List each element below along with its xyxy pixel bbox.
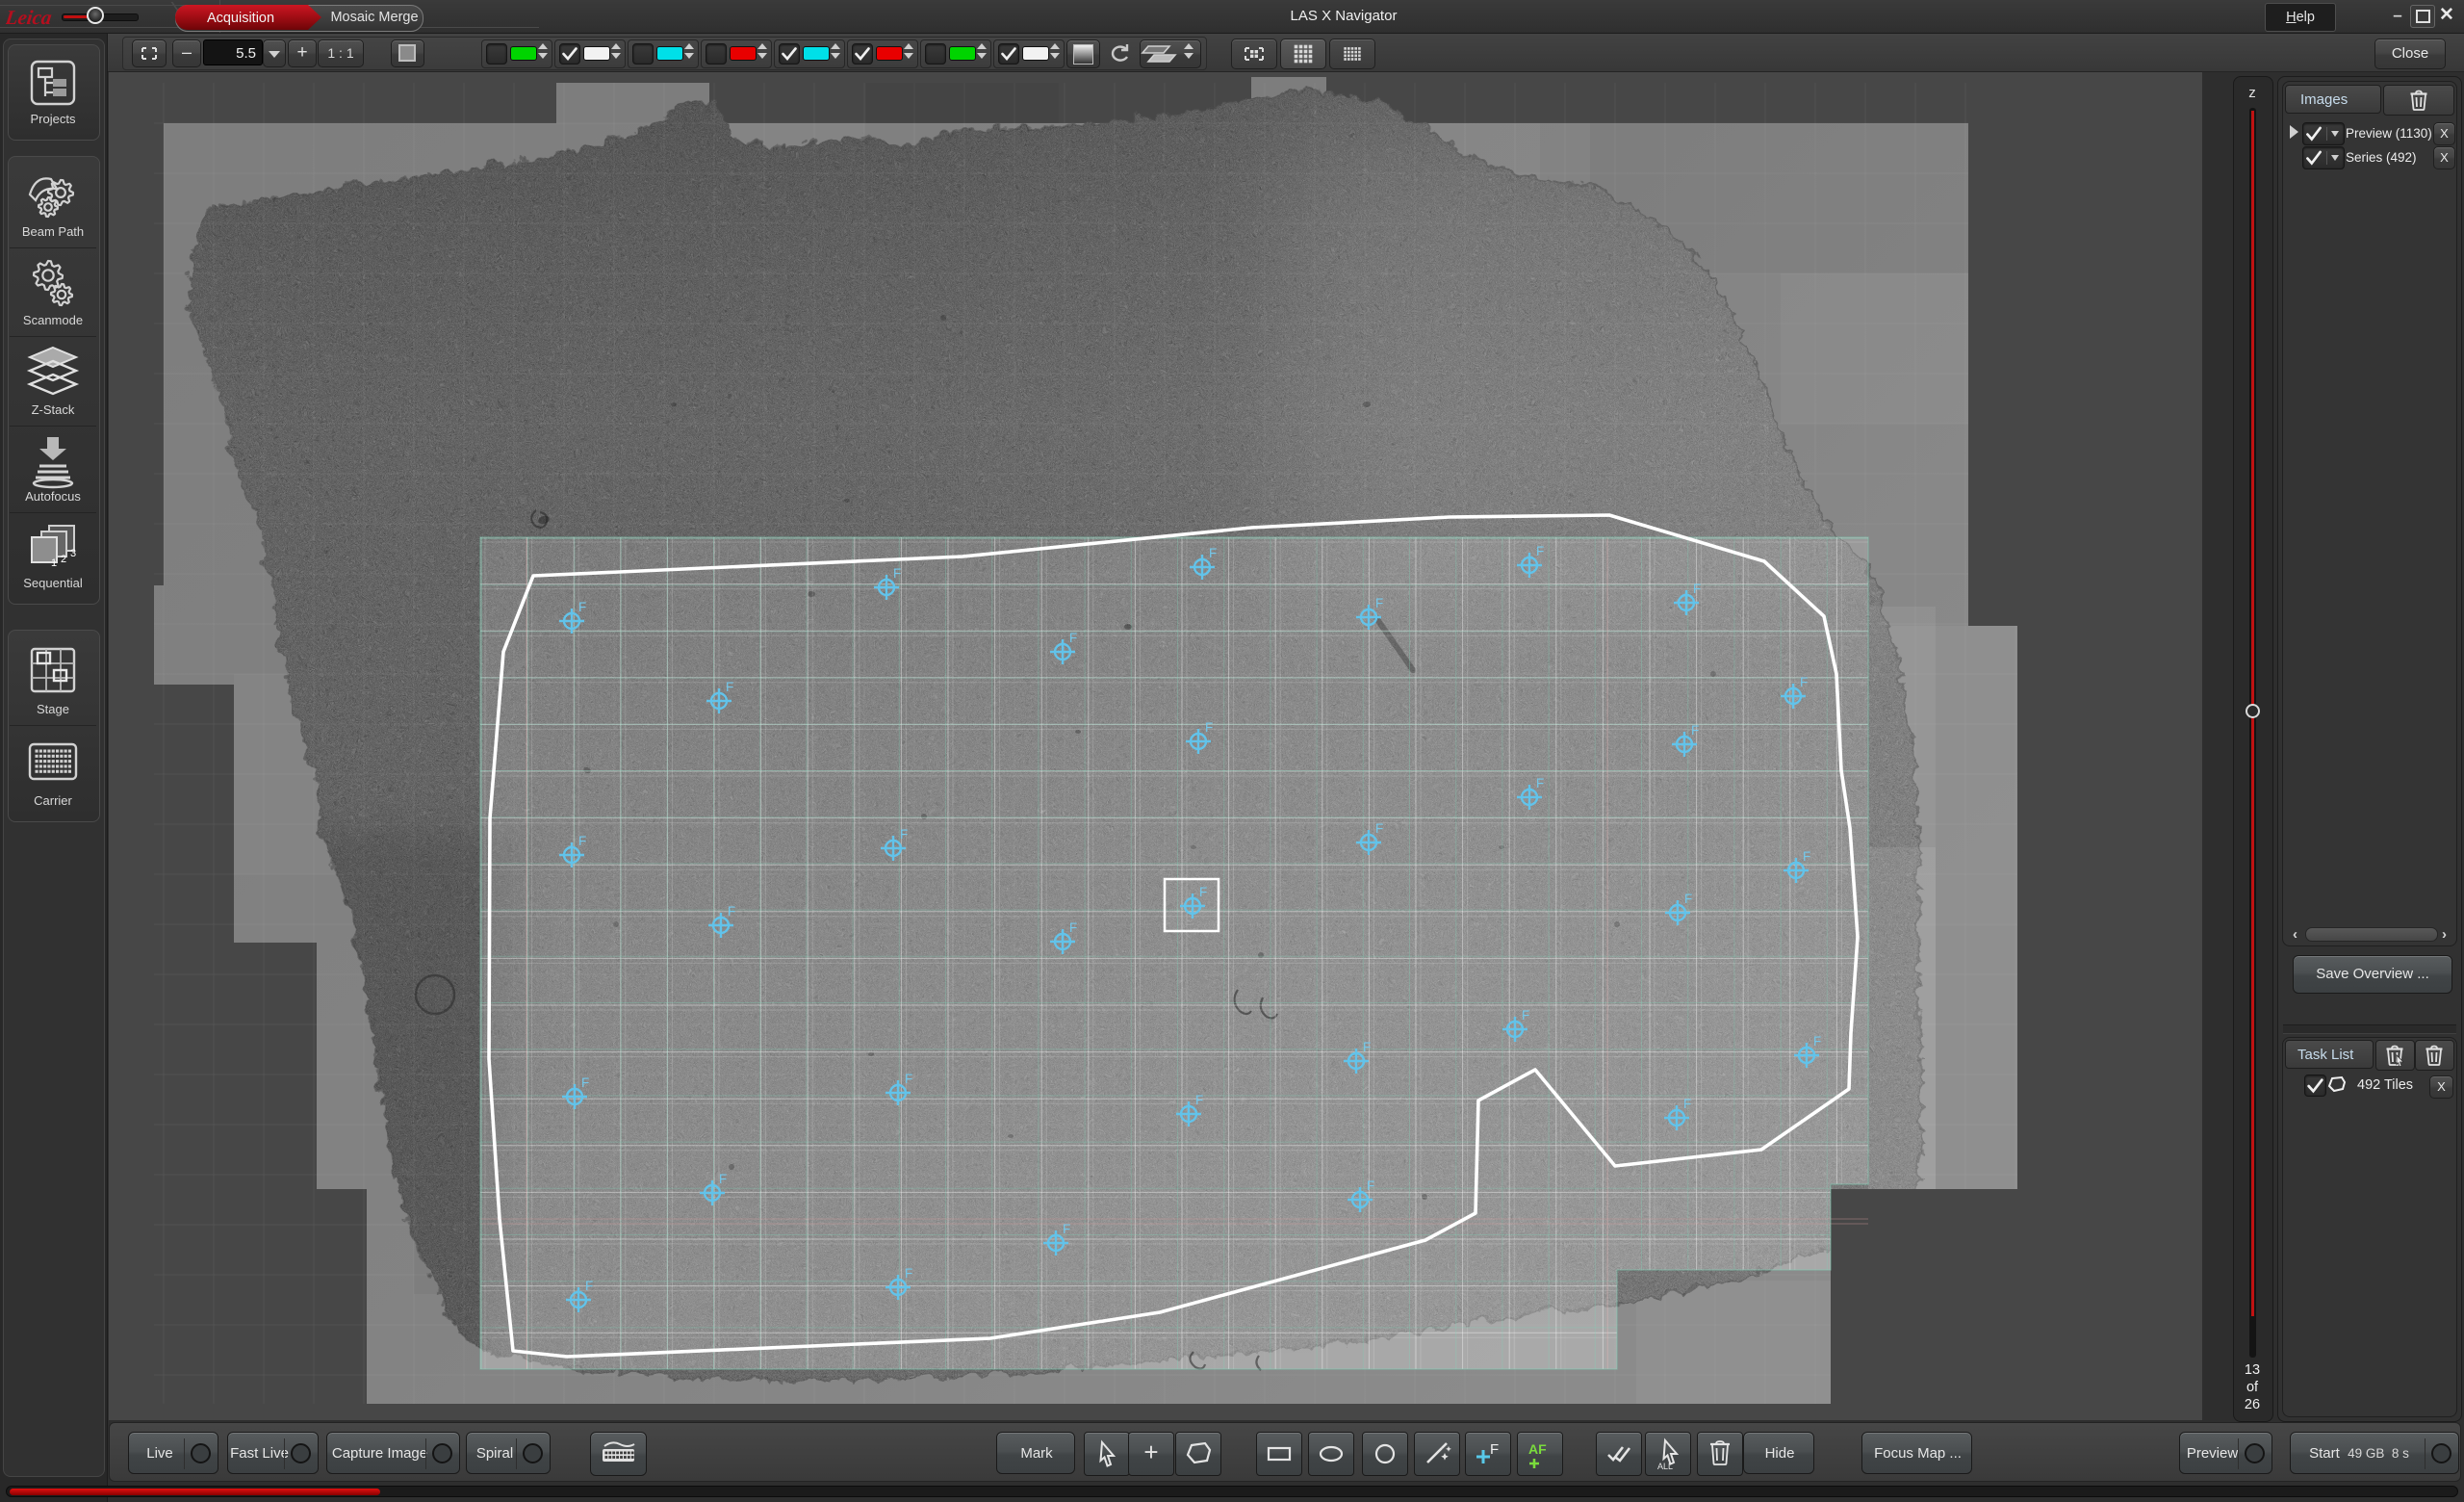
svg-text:F: F [1691,723,1699,738]
svg-text:F: F [905,1266,912,1281]
svg-text:F: F [1693,582,1701,596]
svg-text:F: F [1209,546,1217,560]
svg-text:F: F [581,1075,589,1090]
svg-text:F: F [893,566,901,581]
svg-text:F: F [1536,544,1544,558]
svg-text:AF: AF [1528,1441,1547,1457]
svg-text:F: F [719,1172,727,1186]
svg-text:1: 1 [51,557,57,569]
svg-text:F: F [900,827,908,842]
svg-text:Acquisition: Acquisition [207,11,274,26]
svg-text:Leica: Leica [6,6,54,29]
svg-text:F: F [1536,776,1544,790]
svg-text:F: F [1683,1097,1691,1111]
svg-text:F: F [1367,1178,1374,1193]
svg-text:2: 2 [61,554,66,565]
svg-text:F: F [1375,821,1383,836]
svg-text:F: F [1069,631,1077,645]
svg-text:3: 3 [70,548,76,559]
svg-text:F: F [726,680,733,694]
svg-text:F: F [1205,720,1213,735]
svg-text:F: F [1800,675,1808,689]
svg-text:F: F [1199,885,1207,899]
svg-text:F: F [1803,849,1810,864]
svg-text:F: F [1363,1040,1371,1054]
svg-text:F: F [1684,892,1692,906]
svg-text:F: F [1490,1441,1499,1458]
svg-text:F: F [905,1072,912,1086]
svg-text:F: F [585,1279,593,1293]
svg-text:F: F [1069,920,1077,935]
svg-text:F: F [1522,1008,1529,1023]
svg-text:F: F [1813,1034,1821,1049]
svg-text:F: F [1195,1093,1203,1107]
svg-text:F: F [578,600,586,614]
svg-text:F: F [1063,1222,1070,1236]
svg-text:F: F [1375,596,1383,610]
svg-text:ALL: ALL [1657,1462,1673,1471]
svg-text:F: F [578,834,586,848]
svg-text:F: F [728,904,735,919]
